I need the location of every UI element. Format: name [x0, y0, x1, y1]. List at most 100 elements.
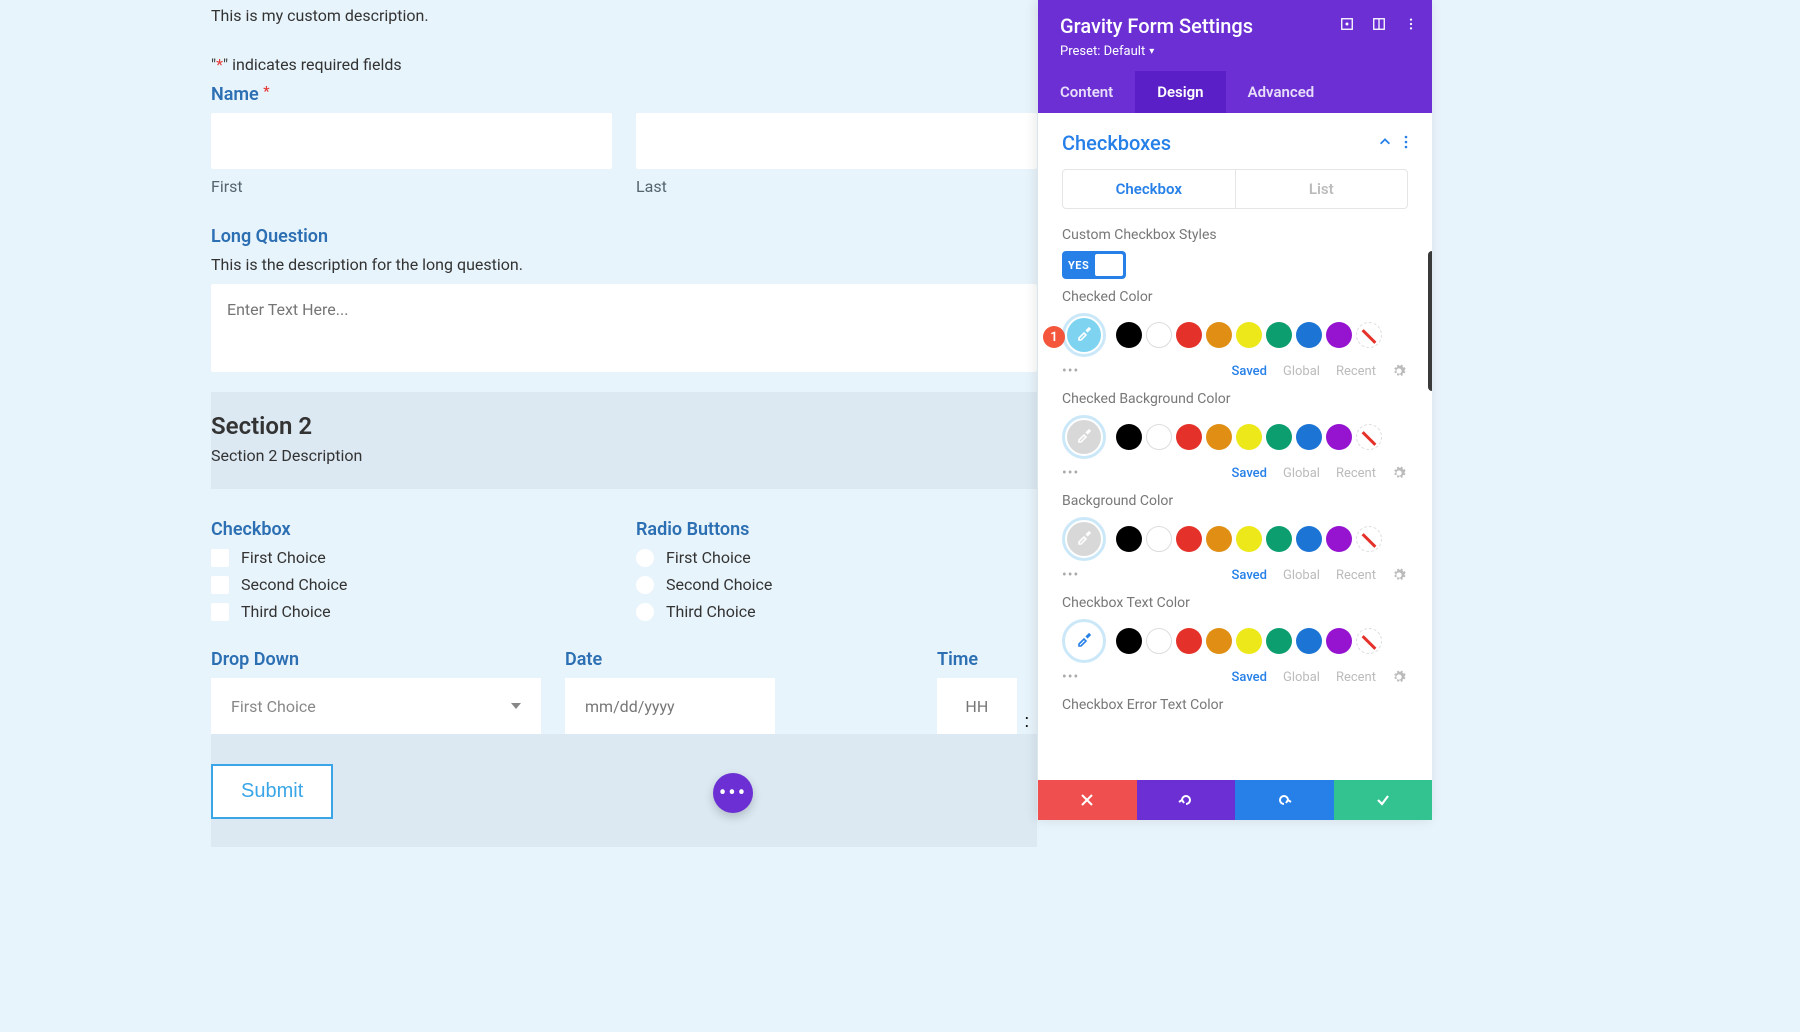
color-swatch-red[interactable]: [1176, 628, 1202, 654]
global-tab[interactable]: Global: [1283, 364, 1320, 379]
checkbox-choice[interactable]: Second Choice: [211, 575, 612, 594]
global-tab[interactable]: Global: [1283, 466, 1320, 481]
color-swatch-blue[interactable]: [1296, 424, 1322, 450]
color-swatch-orange[interactable]: [1206, 322, 1232, 348]
color-swatch-black[interactable]: [1116, 322, 1142, 348]
color-swatch-white[interactable]: [1146, 526, 1172, 552]
checkbox-icon: [211, 576, 229, 594]
time-label: Time: [937, 649, 1037, 670]
gear-icon[interactable]: [1392, 670, 1406, 684]
color-swatch-black[interactable]: [1116, 628, 1142, 654]
kebab-icon[interactable]: [1404, 16, 1418, 30]
color-picker-button[interactable]: [1062, 415, 1106, 459]
color-swatch-purple[interactable]: [1326, 628, 1352, 654]
more-swatches-button[interactable]: •••: [1062, 567, 1079, 583]
color-swatch-yellow[interactable]: [1236, 526, 1262, 552]
dropdown-select[interactable]: First Choice: [211, 678, 541, 734]
color-swatch-black[interactable]: [1116, 526, 1142, 552]
color-swatch-green[interactable]: [1266, 628, 1292, 654]
color-picker-button[interactable]: 1: [1062, 313, 1106, 357]
collapse-icon[interactable]: [1378, 134, 1392, 153]
color-swatch-none[interactable]: [1356, 628, 1382, 654]
color-swatch-orange[interactable]: [1206, 424, 1232, 450]
fullscreen-icon[interactable]: [1340, 16, 1354, 30]
scrollbar-thumb[interactable]: [1428, 251, 1432, 391]
color-swatch-black[interactable]: [1116, 424, 1142, 450]
color-swatch-green[interactable]: [1266, 526, 1292, 552]
color-swatch-purple[interactable]: [1326, 526, 1352, 552]
eyedropper-icon: [1076, 631, 1092, 651]
checkbox-icon: [211, 603, 229, 621]
color-swatch-none[interactable]: [1356, 322, 1382, 348]
saved-tab[interactable]: Saved: [1232, 466, 1267, 481]
color-swatch-red[interactable]: [1176, 322, 1202, 348]
redo-button[interactable]: [1235, 780, 1334, 820]
global-tab[interactable]: Global: [1283, 568, 1320, 583]
long-question-textarea[interactable]: [211, 284, 1037, 372]
color-swatch-white[interactable]: [1146, 628, 1172, 654]
color-swatch-yellow[interactable]: [1236, 628, 1262, 654]
preset-selector[interactable]: Preset: Default▾: [1060, 44, 1410, 59]
color-swatch-white[interactable]: [1146, 322, 1172, 348]
undo-button[interactable]: [1137, 780, 1236, 820]
color-picker-button[interactable]: [1062, 619, 1106, 663]
radio-choice[interactable]: Second Choice: [636, 575, 1037, 594]
time-hh-input[interactable]: HH: [937, 678, 1017, 734]
saved-tab[interactable]: Saved: [1232, 364, 1267, 379]
recent-tab[interactable]: Recent: [1336, 466, 1376, 481]
color-swatch-yellow[interactable]: [1236, 424, 1262, 450]
radio-choice[interactable]: First Choice: [636, 548, 1037, 567]
tab-content[interactable]: Content: [1038, 71, 1135, 113]
color-swatch-blue[interactable]: [1296, 628, 1322, 654]
color-swatch-blue[interactable]: [1296, 322, 1322, 348]
color-swatch-orange[interactable]: [1206, 526, 1232, 552]
radio-choice[interactable]: Third Choice: [636, 602, 1037, 621]
global-tab[interactable]: Global: [1283, 670, 1320, 685]
subtab-list[interactable]: List: [1235, 170, 1408, 208]
long-question-desc: This is the description for the long que…: [211, 255, 1037, 274]
color-swatch-none[interactable]: [1356, 526, 1382, 552]
saved-tab[interactable]: Saved: [1232, 568, 1267, 583]
color-swatch-red[interactable]: [1176, 424, 1202, 450]
section-checkboxes-title[interactable]: Checkboxes: [1062, 131, 1171, 155]
dock-icon[interactable]: [1372, 16, 1386, 30]
color-swatch-yellow[interactable]: [1236, 322, 1262, 348]
last-name-input[interactable]: [636, 113, 1037, 169]
more-swatches-button[interactable]: •••: [1062, 465, 1079, 481]
gear-icon[interactable]: [1392, 568, 1406, 582]
more-options-fab[interactable]: •••: [713, 773, 753, 813]
submit-button[interactable]: Submit: [211, 764, 333, 819]
gear-icon[interactable]: [1392, 364, 1406, 378]
color-swatch-green[interactable]: [1266, 424, 1292, 450]
color-swatch-red[interactable]: [1176, 526, 1202, 552]
color-swatch-none[interactable]: [1356, 424, 1382, 450]
color-swatch-blue[interactable]: [1296, 526, 1322, 552]
recent-tab[interactable]: Recent: [1336, 364, 1376, 379]
color-picker-button[interactable]: [1062, 517, 1106, 561]
color-swatch-orange[interactable]: [1206, 628, 1232, 654]
checkbox-choice[interactable]: Third Choice: [211, 602, 612, 621]
color-swatch-purple[interactable]: [1326, 424, 1352, 450]
more-swatches-button[interactable]: •••: [1062, 363, 1079, 379]
tab-advanced[interactable]: Advanced: [1226, 71, 1337, 113]
cancel-button[interactable]: [1038, 780, 1137, 820]
subtab-checkbox[interactable]: Checkbox: [1063, 170, 1235, 208]
chevron-down-icon: [511, 703, 521, 709]
color-swatch-white[interactable]: [1146, 424, 1172, 450]
custom-styles-toggle[interactable]: YES: [1062, 251, 1126, 279]
more-swatches-button[interactable]: •••: [1062, 669, 1079, 685]
recent-tab[interactable]: Recent: [1336, 670, 1376, 685]
saved-tab[interactable]: Saved: [1232, 670, 1267, 685]
recent-tab[interactable]: Recent: [1336, 568, 1376, 583]
save-button[interactable]: [1334, 780, 1433, 820]
date-input[interactable]: mm/dd/yyyy: [565, 678, 775, 734]
color-swatch-green[interactable]: [1266, 322, 1292, 348]
kebab-icon[interactable]: [1404, 134, 1408, 153]
checkbox-choice[interactable]: First Choice: [211, 548, 612, 567]
first-name-input[interactable]: [211, 113, 612, 169]
radio-icon: [636, 603, 654, 621]
gear-icon[interactable]: [1392, 466, 1406, 480]
tab-design[interactable]: Design: [1135, 71, 1225, 113]
bg-color-row: [1062, 517, 1408, 561]
color-swatch-purple[interactable]: [1326, 322, 1352, 348]
